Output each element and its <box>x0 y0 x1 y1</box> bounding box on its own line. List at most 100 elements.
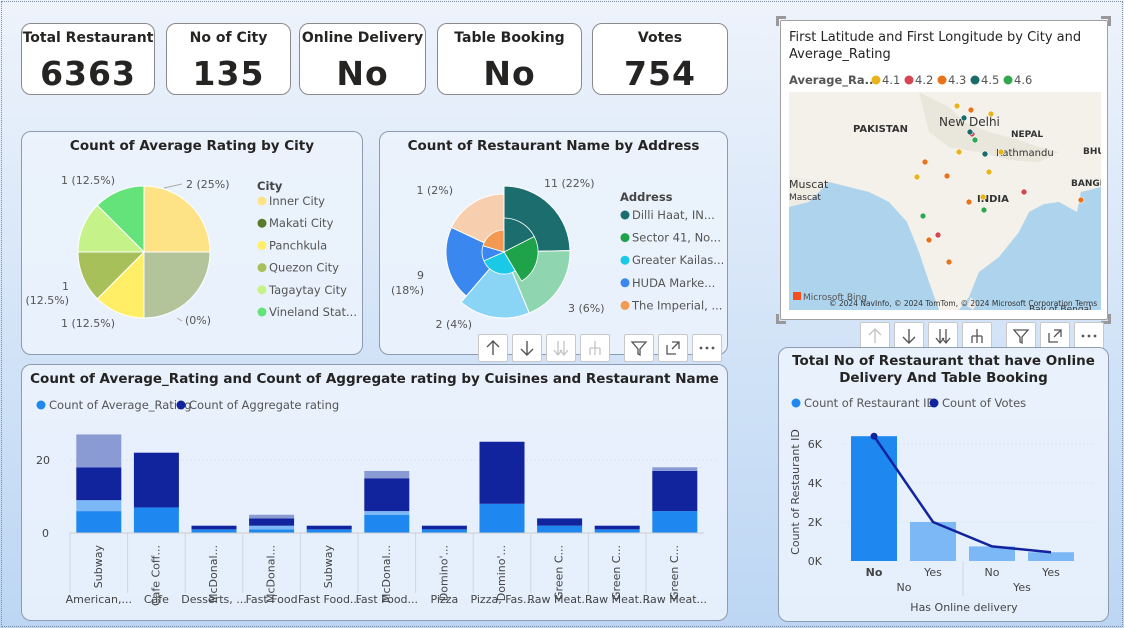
drill-up-button[interactable] <box>478 334 508 362</box>
bar-segment[interactable] <box>76 434 122 468</box>
bar-segment[interactable] <box>421 525 467 530</box>
map-data-point[interactable] <box>965 198 973 206</box>
legend-item[interactable]: Count of Votes <box>942 396 1026 410</box>
map-data-point[interactable] <box>945 258 953 266</box>
votes-line[interactable] <box>872 435 1052 554</box>
bar[interactable] <box>851 436 897 561</box>
bar-segment[interactable] <box>249 525 295 530</box>
map-expand-hierarchy-button[interactable] <box>962 322 992 350</box>
city-rating-pie[interactable]: 2 (25%) (0%) 1 (12.5%) 1(12.5%) 1 (12.5%) Cit… <box>22 132 364 356</box>
bar-segment[interactable] <box>594 525 640 530</box>
online-delivery-panel[interactable]: Total No of Restaurant that have Online … <box>778 347 1109 622</box>
map-data-point[interactable] <box>921 158 929 166</box>
votes-marker[interactable] <box>870 432 878 440</box>
bar-segment[interactable] <box>249 529 295 533</box>
map-data-point[interactable] <box>1020 188 1028 196</box>
map-canvas[interactable]: PAKISTANNew DelhiNEPALKathmanduMuscatMas… <box>789 92 1101 310</box>
bar-segment[interactable] <box>652 470 698 512</box>
bar-segment[interactable] <box>191 529 237 533</box>
legend-item[interactable]: Count of Average_Rating <box>49 398 192 412</box>
bar-segment[interactable] <box>306 525 352 530</box>
map-data-point[interactable] <box>980 206 988 214</box>
legend-item[interactable]: Tagaytay City <box>268 283 347 297</box>
pie-slice-other[interactable] <box>143 251 211 319</box>
bar-segment[interactable] <box>479 441 525 504</box>
map-data-point[interactable] <box>953 102 961 110</box>
map-data-point[interactable] <box>913 173 921 181</box>
map-drill-up-button[interactable] <box>860 322 890 350</box>
legend-item[interactable]: Count of Aggregate rating <box>189 398 339 412</box>
bar-segment[interactable] <box>364 514 410 533</box>
map-data-point[interactable] <box>966 128 974 136</box>
bar-segment[interactable] <box>249 514 295 519</box>
legend-item[interactable]: 4.2 <box>915 73 933 87</box>
bar-segment[interactable] <box>133 507 179 533</box>
map-data-point[interactable] <box>985 168 993 176</box>
legend-item[interactable]: Panchkula <box>269 238 327 252</box>
bar-segment[interactable] <box>364 470 410 479</box>
bar-segment[interactable] <box>364 511 410 515</box>
map-attribution[interactable]: © 2024 NavInfo, © 2024 TomTom, © 2024 Mi… <box>829 299 1097 308</box>
expand-hierarchy-button[interactable] <box>580 334 610 362</box>
online-delivery-chart[interactable]: Count of Restaurant ID Count of Votes 0K 2K… <box>779 348 1110 623</box>
map-data-point[interactable] <box>997 148 1005 156</box>
focus-mode-button[interactable] <box>658 334 688 362</box>
legend-item[interactable]: 4.5 <box>981 73 999 87</box>
map-data-point[interactable] <box>934 231 942 239</box>
legend-item[interactable]: 4.3 <box>948 73 966 87</box>
bar-segment[interactable] <box>652 511 698 533</box>
resize-handle-bl[interactable] <box>776 314 786 324</box>
map-data-point[interactable] <box>971 136 979 144</box>
bar-segment[interactable] <box>249 518 295 526</box>
cuisine-bar-chart[interactable]: Count of Average_RatingCount of Aggregat… <box>22 365 729 622</box>
legend-item[interactable]: 4.6 <box>1014 73 1032 87</box>
map-data-point[interactable] <box>919 212 927 220</box>
bar-segment[interactable] <box>479 503 525 533</box>
map-data-point[interactable] <box>925 236 933 244</box>
bar-segment[interactable] <box>306 529 352 533</box>
map-data-point[interactable] <box>955 148 963 156</box>
bar-segment[interactable] <box>76 511 122 533</box>
bar[interactable] <box>1028 552 1074 561</box>
legend-item[interactable]: Count of Restaurant ID <box>804 396 936 410</box>
map-filter-button[interactable] <box>1006 322 1036 350</box>
map-data-point[interactable] <box>960 114 968 122</box>
map-more-options-button[interactable] <box>1074 322 1104 350</box>
address-pie[interactable]: 11 (22%) 3 (6%) 2 (4%) 9 (18%) 1 (2%) Address D… <box>380 132 729 356</box>
resize-handle-tl[interactable] <box>776 16 786 26</box>
map-data-point[interactable] <box>979 193 987 201</box>
bar-segment[interactable] <box>133 452 179 508</box>
map-data-point[interactable] <box>943 172 951 180</box>
pie-slice-inner-city[interactable] <box>143 185 211 253</box>
address-panel[interactable]: Count of Restaurant Name by Address 11 (… <box>379 131 728 355</box>
resize-handle-tr[interactable] <box>1101 16 1111 26</box>
bar-segment[interactable] <box>191 525 237 530</box>
map-next-level-button[interactable] <box>928 322 958 350</box>
map-panel[interactable]: First Latitude and First Longitude by Ci… <box>780 20 1108 320</box>
bar-segment[interactable] <box>76 500 122 512</box>
bar-segment[interactable] <box>594 529 640 533</box>
map-data-point[interactable] <box>987 110 995 118</box>
legend-item[interactable]: Greater Kailas... <box>632 253 724 267</box>
map-data-point[interactable] <box>967 106 975 114</box>
legend-item[interactable]: Inner City <box>269 194 325 208</box>
map-focus-mode-button[interactable] <box>1040 322 1070 350</box>
legend-item[interactable]: Quezon City <box>269 261 339 275</box>
map-data-point[interactable] <box>981 150 989 158</box>
legend-item[interactable]: Sector 41, No... <box>632 231 721 245</box>
cuisine-bar-panel[interactable]: Count of Average_Rating and Count of Agg… <box>21 364 728 621</box>
legend-item[interactable]: Dilli Haat, IN... <box>632 208 715 222</box>
more-options-button[interactable] <box>692 334 722 362</box>
map-drill-down-button[interactable] <box>894 322 924 350</box>
legend-item[interactable]: 4.1 <box>882 73 900 87</box>
drill-down-button[interactable] <box>512 334 542 362</box>
bar-segment[interactable] <box>537 518 583 526</box>
bar-segment[interactable] <box>76 467 122 501</box>
bar-segment[interactable] <box>364 478 410 512</box>
bar-segment[interactable] <box>652 467 698 471</box>
next-level-button[interactable] <box>546 334 576 362</box>
legend-item[interactable]: Vineland Stat... <box>269 305 357 319</box>
bar-segment[interactable] <box>537 525 583 533</box>
bar-segment[interactable] <box>421 529 467 533</box>
filter-button[interactable] <box>624 334 654 362</box>
